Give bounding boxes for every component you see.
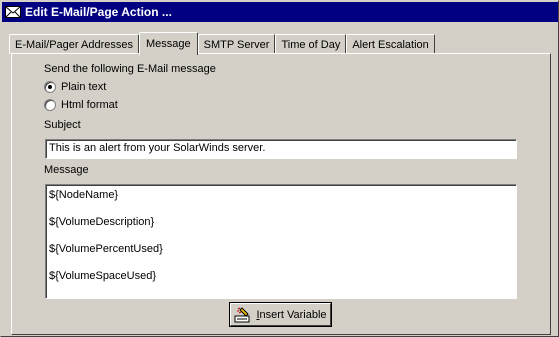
title-bar[interactable]: Edit E-Mail/Page Action ... <box>2 2 558 22</box>
insert-variable-button[interactable]: Insert Variable <box>230 303 331 326</box>
plain-text-label: Plain text <box>61 81 107 93</box>
envelope-icon <box>5 6 21 18</box>
message-line: ${VolumeSpaceUsed} <box>49 270 157 282</box>
message-textarea[interactable]: ${NodeName} ${VolumeDescription} ${Volum… <box>45 184 517 299</box>
html-format-label: Html format <box>61 99 118 111</box>
plain-text-radio[interactable]: Plain text <box>44 81 106 93</box>
message-label: Message <box>44 164 89 176</box>
message-tab-panel: Send the following E-Mail message Plain … <box>11 53 551 335</box>
message-line: ${VolumePercentUsed} <box>49 243 163 255</box>
insert-variable-label: Insert Variable <box>256 308 327 321</box>
tab-email-pager-addresses[interactable]: E-Mail/Pager Addresses <box>9 34 139 54</box>
tab-alert-escalation[interactable]: Alert Escalation <box>346 34 435 54</box>
dialog-window: Edit E-Mail/Page Action ... E-Mail/Pager… <box>0 0 559 337</box>
html-format-radio[interactable]: Html format <box>44 99 118 111</box>
tab-smtp-server[interactable]: SMTP Server <box>197 34 276 54</box>
html-format-radio-button[interactable] <box>44 99 56 111</box>
subject-label: Subject <box>44 119 81 131</box>
window-title: Edit E-Mail/Page Action ... <box>25 5 172 19</box>
radio-selected-dot <box>48 85 52 89</box>
tab-time-of-day[interactable]: Time of Day <box>275 34 347 54</box>
message-line: ${NodeName} <box>49 189 119 201</box>
insert-variable-icon <box>234 306 250 322</box>
plain-text-radio-button[interactable] <box>44 81 56 93</box>
tab-message[interactable]: Message <box>139 32 198 55</box>
subject-input[interactable]: This is an alert from your SolarWinds se… <box>45 139 517 159</box>
tab-strip: E-Mail/Pager Addresses Message SMTP Serv… <box>9 32 435 55</box>
format-label: Send the following E-Mail message <box>44 63 216 75</box>
message-line: ${VolumeDescription} <box>49 216 155 228</box>
